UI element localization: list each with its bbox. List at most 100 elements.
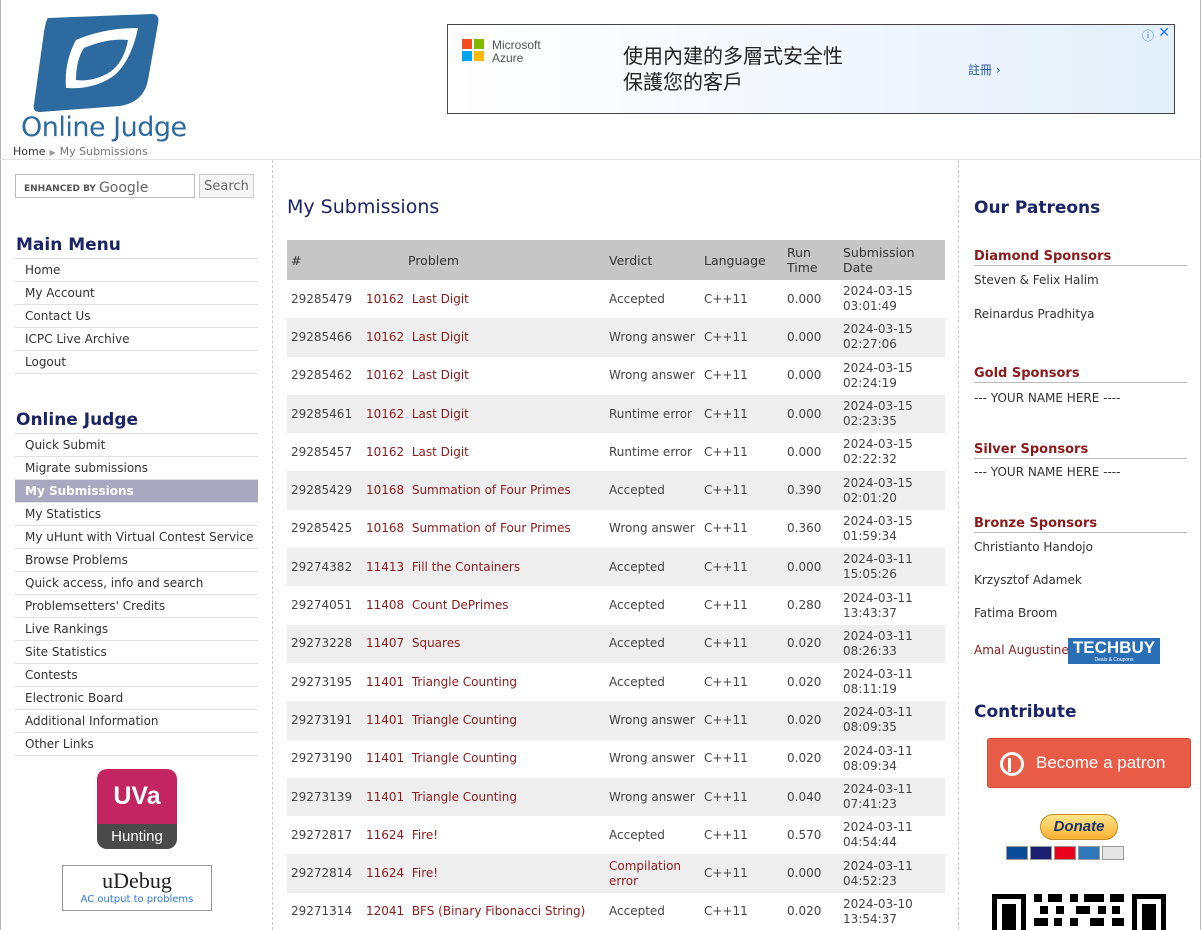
udebug-badge[interactable]: uDebug AC output to problems [62,865,212,911]
problem-id-link[interactable]: 10168 [366,521,404,535]
patreon-icon [1000,752,1024,776]
info-icon[interactable]: ⓘ [1142,27,1154,44]
main-menu-item-logout[interactable]: Logout [15,351,258,374]
main-menu-item-my-account[interactable]: My Account [15,282,258,305]
main-menu-item-home[interactable]: Home [15,259,258,282]
submission-date-day: 2024-03-11 [843,552,913,567]
oj-menu-item-problemsetters-credits[interactable]: Problemsetters' Credits [15,595,258,618]
problem-id-link[interactable]: 11624 [366,866,404,880]
verdict: Wrong answer [605,318,700,357]
diamond-sponsor: Reinardus Pradhitya [974,307,1095,321]
problem-name-link[interactable]: Count DePrimes [412,598,509,612]
submission-date-time: 02:01:20 [843,490,897,505]
submission-date-time: 07:41:23 [843,797,897,811]
problem-cell: 10162 Last Digit [362,356,605,395]
submission-date: 2024-03-11 13:43:37 [839,586,945,625]
search-input[interactable]: ENHANCED BY Google [15,174,195,198]
problem-id-link[interactable]: 10162 [366,292,404,306]
uva-hunting-badge[interactable]: UVa Hunting [97,769,177,849]
oj-menu-item-quick-access[interactable]: Quick access, info and search [15,572,258,595]
enhanced-by-label: ENHANCED BY [24,184,96,194]
problem-name-link[interactable]: Fire! [412,828,438,842]
oj-menu-item-electronic-board[interactable]: Electronic Board [15,687,258,710]
submission-date-time: 02:24:19 [843,375,897,390]
problem-name-link[interactable]: Last Digit [412,445,469,459]
table-row: 29274382 11413 Fill the Containers Accepte… [287,548,945,587]
problem-id-link[interactable]: 11624 [366,828,404,842]
submission-id: 29271314 [287,892,362,930]
problem-id-link[interactable]: 11407 [366,636,404,650]
submission-date: 2024-03-15 02:27:06 [839,318,945,357]
verdict: Wrong answer [605,777,700,817]
problem-id-link[interactable]: 11413 [366,560,404,574]
problem-name-link[interactable]: Summation of Four Primes [412,483,571,497]
col-header-id: # [287,240,362,280]
main-menu-item-contact-us[interactable]: Contact Us [15,305,258,328]
problem-id-link[interactable]: 10162 [366,445,404,459]
language: C++11 [700,854,783,893]
oj-menu-item-additional-information[interactable]: Additional Information [15,710,258,733]
problem-id-link[interactable]: 11408 [366,598,404,612]
search-button[interactable]: Search [199,174,254,198]
submission-date-time: 01:59:34 [843,528,897,543]
close-icon[interactable]: ✕ [1158,25,1170,41]
silver-sponsor-placeholder: --- YOUR NAME HERE ---- [974,465,1121,479]
donate-button[interactable]: Donate [1040,814,1118,840]
problem-name-link[interactable]: Last Digit [412,330,469,344]
problem-id-link[interactable]: 10162 [366,407,404,421]
submission-date-day: 2024-03-10 [843,896,913,911]
oj-menu-item-my-statistics[interactable]: My Statistics [15,503,258,526]
oj-menu-item-site-statistics[interactable]: Site Statistics [15,641,258,664]
breadcrumb-home[interactable]: Home [13,145,45,158]
problem-name-link[interactable]: Triangle Counting [412,751,517,765]
problem-cell: 11401 Triangle Counting [362,777,605,817]
oj-menu-item-browse-problems[interactable]: Browse Problems [15,549,258,572]
problem-id-link[interactable]: 11401 [366,675,404,689]
problem-id-link[interactable]: 11401 [366,790,404,804]
become-a-patron-button[interactable]: Become a patron [987,738,1191,788]
oj-menu-item-contests[interactable]: Contests [15,664,258,687]
problem-name-link[interactable]: Fire! [412,866,438,880]
problem-cell: 10168 Summation of Four Primes [362,471,605,510]
problem-id-link[interactable]: 10162 [366,330,404,344]
problem-id-link[interactable]: 11401 [366,713,404,727]
submission-date-day: 2024-03-15 [843,437,913,452]
problem-name-link[interactable]: Triangle Counting [412,713,517,727]
problem-name-link[interactable]: Squares [412,636,461,650]
problem-name-link[interactable]: Fill the Containers [412,560,520,574]
qr-code[interactable] [992,892,1168,930]
gold-sponsor-placeholder: --- YOUR NAME HERE ---- [974,391,1121,405]
problem-name-link[interactable]: BFS (Binary Fibonacci String) [412,904,586,918]
submission-date: 2024-03-15 02:23:35 [839,394,945,434]
oj-menu-item-other-links[interactable]: Other Links [15,733,258,756]
problem-name-link[interactable]: Last Digit [412,292,469,306]
ad-banner[interactable]: Microsoft Azure 使用內建的多層式安全性保護您的客戶 註冊 › ⓘ… [447,24,1175,114]
bronze-sponsor-link[interactable]: Amal Augustine [974,643,1069,657]
problem-name-link[interactable]: Triangle Counting [412,790,517,804]
patreon-button-label: Become a patron [1036,753,1166,772]
problem-id-link[interactable]: 11401 [366,751,404,765]
main-menu-item-icpc-live-archive[interactable]: ICPC Live Archive [15,328,258,351]
techbuy-logo[interactable]: TECHBUY Deals & Coupons [1068,638,1160,664]
problem-cell: 11401 Triangle Counting [362,701,605,740]
ad-brand-line2: Azure [492,51,524,65]
logo-text[interactable]: Online Judge [21,112,187,143]
table-row: 29273191 11401 Triangle Counting Wrong ans… [287,701,945,740]
problem-id-link[interactable]: 10162 [366,368,404,382]
oj-menu-item-quick-submit[interactable]: Quick Submit [15,434,258,457]
problem-name-link[interactable]: Last Digit [412,368,469,382]
oj-menu-item-migrate-submissions[interactable]: Migrate submissions [15,457,258,480]
language: C++11 [700,701,783,740]
problem-name-link[interactable]: Triangle Counting [412,675,517,689]
oj-menu-item-live-rankings[interactable]: Live Rankings [15,618,258,641]
problem-name-link[interactable]: Summation of Four Primes [412,521,571,535]
oj-menu-item-my-submissions[interactable]: My Submissions [15,480,258,503]
run-time: 0.000 [783,394,839,434]
problem-name-link[interactable]: Last Digit [412,407,469,421]
language: C++11 [700,433,783,472]
main-content: My Submissions # Problem Verdict Languag… [274,160,959,930]
problem-id-link[interactable]: 12041 [366,904,404,918]
ad-cta-link[interactable]: 註冊 › [968,61,1001,78]
oj-menu-item-my-uhunt[interactable]: My uHunt with Virtual Contest Service [15,526,258,549]
problem-id-link[interactable]: 10168 [366,483,404,497]
